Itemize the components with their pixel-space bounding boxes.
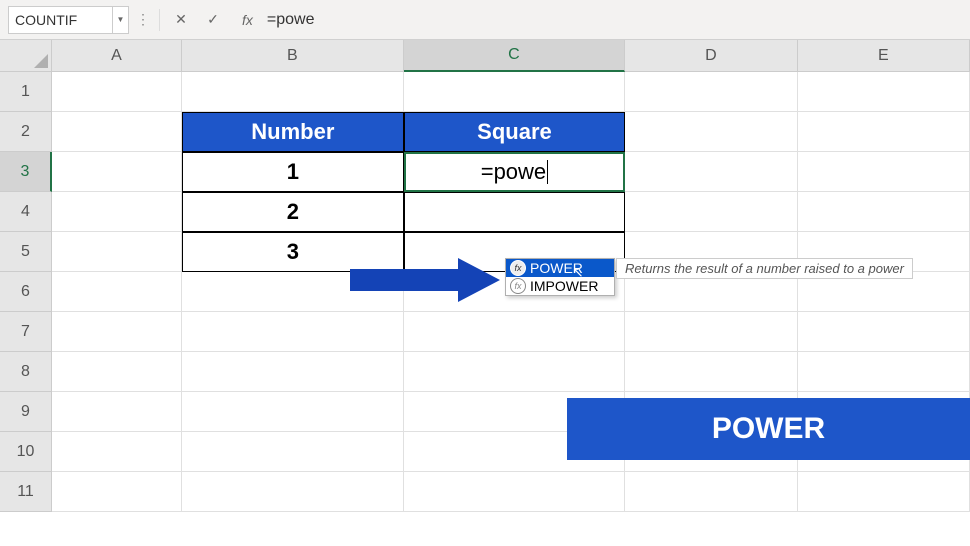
row-header-10[interactable]: 10 [0, 432, 52, 472]
cell-d3[interactable] [625, 152, 797, 192]
autocomplete-item-impower[interactable]: fx IMPOWER [506, 277, 614, 295]
spreadsheet-grid: A B C D E 1 2 3 4 5 6 7 8 9 10 11 Number… [0, 40, 970, 546]
row-header-9[interactable]: 9 [0, 392, 52, 432]
cell-b11[interactable] [182, 472, 404, 512]
cell-c8[interactable] [404, 352, 626, 392]
cell-a4[interactable] [52, 192, 182, 232]
cell-b7[interactable] [182, 312, 404, 352]
annotation-arrow-icon [350, 258, 500, 302]
cell-c3[interactable]: =powe [404, 152, 626, 192]
row-header-1[interactable]: 1 [0, 72, 52, 112]
cell-b8[interactable] [182, 352, 404, 392]
cell-e8[interactable] [798, 352, 970, 392]
expand-formula-icon[interactable]: ⋮ [135, 6, 151, 34]
cell-c4[interactable] [404, 192, 626, 232]
cell-d8[interactable] [625, 352, 797, 392]
cell-e4[interactable] [798, 192, 970, 232]
row-header-8[interactable]: 8 [0, 352, 52, 392]
cell-e2[interactable] [798, 112, 970, 152]
cell-c2[interactable]: Square [404, 112, 626, 152]
row-header-5[interactable]: 5 [0, 232, 52, 272]
column-header-c[interactable]: C [404, 40, 626, 72]
cell-b4[interactable]: 2 [182, 192, 404, 232]
cells-area: Number Square 1 =powe 2 3 [52, 72, 970, 546]
row-header-7[interactable]: 7 [0, 312, 52, 352]
select-all-button[interactable] [0, 40, 52, 72]
autocomplete-item-label: POWER [530, 260, 583, 276]
cell-d7[interactable] [625, 312, 797, 352]
column-header-b[interactable]: B [182, 40, 404, 72]
cell-c7[interactable] [404, 312, 626, 352]
cell-d4[interactable] [625, 192, 797, 232]
cell-a7[interactable] [52, 312, 182, 352]
column-header-d[interactable]: D [625, 40, 797, 72]
name-box[interactable]: COUNTIF [8, 6, 113, 34]
column-header-e[interactable]: E [798, 40, 970, 72]
cancel-formula-icon[interactable]: ✕ [168, 7, 194, 33]
cell-b1[interactable] [182, 72, 404, 112]
row-headers: 1 2 3 4 5 6 7 8 9 10 11 [0, 72, 52, 512]
cell-b2[interactable]: Number [182, 112, 404, 152]
cell-d2[interactable] [625, 112, 797, 152]
cell-a8[interactable] [52, 352, 182, 392]
formula-autocomplete-dropdown: fx POWER fx IMPOWER [505, 258, 615, 296]
cell-a6[interactable] [52, 272, 182, 312]
cell-a10[interactable] [52, 432, 182, 472]
separator [159, 9, 160, 31]
enter-formula-icon[interactable]: ✓ [200, 7, 226, 33]
row-header-3[interactable]: 3 [0, 152, 52, 192]
fx-icon: fx [510, 278, 526, 294]
cell-a5[interactable] [52, 232, 182, 272]
cell-e1[interactable] [798, 72, 970, 112]
cell-e3[interactable] [798, 152, 970, 192]
row-header-4[interactable]: 4 [0, 192, 52, 232]
cell-a2[interactable] [52, 112, 182, 152]
fx-icon[interactable]: fx [242, 12, 253, 28]
row-header-6[interactable]: 6 [0, 272, 52, 312]
formula-bar: COUNTIF ▼ ⋮ ✕ ✓ fx [0, 0, 970, 40]
row-header-11[interactable]: 11 [0, 472, 52, 512]
cell-b10[interactable] [182, 432, 404, 472]
cell-c11[interactable] [404, 472, 626, 512]
text-cursor [547, 160, 548, 184]
cell-a11[interactable] [52, 472, 182, 512]
cell-a1[interactable] [52, 72, 182, 112]
column-headers: A B C D E [52, 40, 970, 72]
autocomplete-tooltip: Returns the result of a number raised to… [616, 258, 913, 279]
column-header-a[interactable]: A [52, 40, 182, 72]
annotation-banner: POWER [567, 398, 970, 460]
cell-b3[interactable]: 1 [182, 152, 404, 192]
cell-e7[interactable] [798, 312, 970, 352]
cell-d1[interactable] [625, 72, 797, 112]
cell-d11[interactable] [625, 472, 797, 512]
cell-c1[interactable] [404, 72, 626, 112]
row-header-2[interactable]: 2 [0, 112, 52, 152]
fx-icon: fx [510, 260, 526, 276]
autocomplete-item-power[interactable]: fx POWER [506, 259, 614, 277]
cell-b9[interactable] [182, 392, 404, 432]
name-box-dropdown-icon[interactable]: ▼ [113, 6, 129, 34]
cell-e11[interactable] [798, 472, 970, 512]
formula-input[interactable] [263, 6, 962, 34]
autocomplete-item-label: IMPOWER [530, 278, 598, 294]
cell-c3-text: =powe [481, 159, 546, 185]
cell-a3[interactable] [52, 152, 182, 192]
cell-a9[interactable] [52, 392, 182, 432]
